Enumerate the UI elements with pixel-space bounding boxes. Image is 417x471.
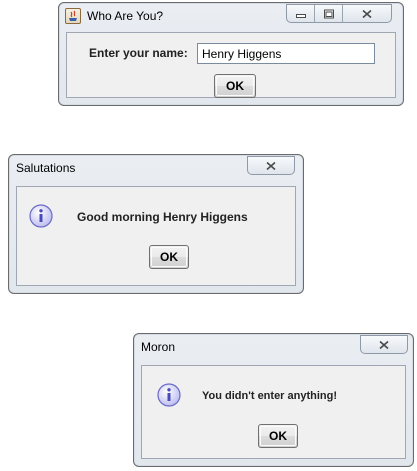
dialog-title: Salutations: [16, 161, 76, 175]
java-app-icon: [65, 8, 81, 24]
close-button[interactable]: [343, 5, 391, 22]
window-controls: [286, 4, 392, 23]
close-button[interactable]: [361, 336, 407, 353]
title-bar[interactable]: Salutations: [9, 155, 303, 181]
salutations-dialog: Salutations Good morning Henry Higgens O…: [8, 154, 304, 294]
name-input[interactable]: [197, 43, 375, 64]
salutation-message: Good morning Henry Higgens: [77, 210, 248, 224]
ok-button[interactable]: OK: [149, 245, 189, 269]
dialog-content: You didn't enter anything! OK: [141, 365, 406, 459]
close-icon: [266, 161, 276, 170]
close-icon: [362, 9, 372, 18]
window-controls: [360, 335, 408, 354]
ok-button[interactable]: OK: [258, 424, 298, 448]
warning-message: You didn't enter anything!: [202, 390, 338, 402]
ok-button-label: OK: [160, 250, 178, 264]
dialog-title: Moron: [141, 340, 176, 354]
minimize-button[interactable]: [287, 5, 315, 22]
minimize-icon: [295, 13, 306, 18]
dialog-content: Enter your name: OK: [66, 32, 396, 98]
maximize-icon: [323, 9, 334, 18]
close-button[interactable]: [248, 157, 294, 174]
window-controls: [247, 156, 295, 175]
name-label: Enter your name:: [89, 46, 188, 60]
name-prompt-dialog: Who Are You? Enter your name: Henry Higg…: [58, 2, 404, 106]
dialog-title: Who Are You?: [87, 9, 164, 23]
close-icon: [379, 340, 389, 349]
ok-button[interactable]: OK: [214, 74, 256, 98]
ok-button-label: OK: [269, 429, 287, 443]
title-bar[interactable]: Moron: [134, 334, 413, 360]
maximize-button[interactable]: [315, 5, 343, 22]
ok-button-label: OK: [226, 79, 244, 93]
moron-dialog: Moron You didn't enter anything! OK: [133, 333, 414, 467]
title-bar[interactable]: Who Are You?: [59, 3, 403, 29]
dialog-content: Good morning Henry Higgens OK: [16, 186, 296, 286]
info-icon: [157, 383, 181, 407]
info-icon: [29, 204, 53, 228]
